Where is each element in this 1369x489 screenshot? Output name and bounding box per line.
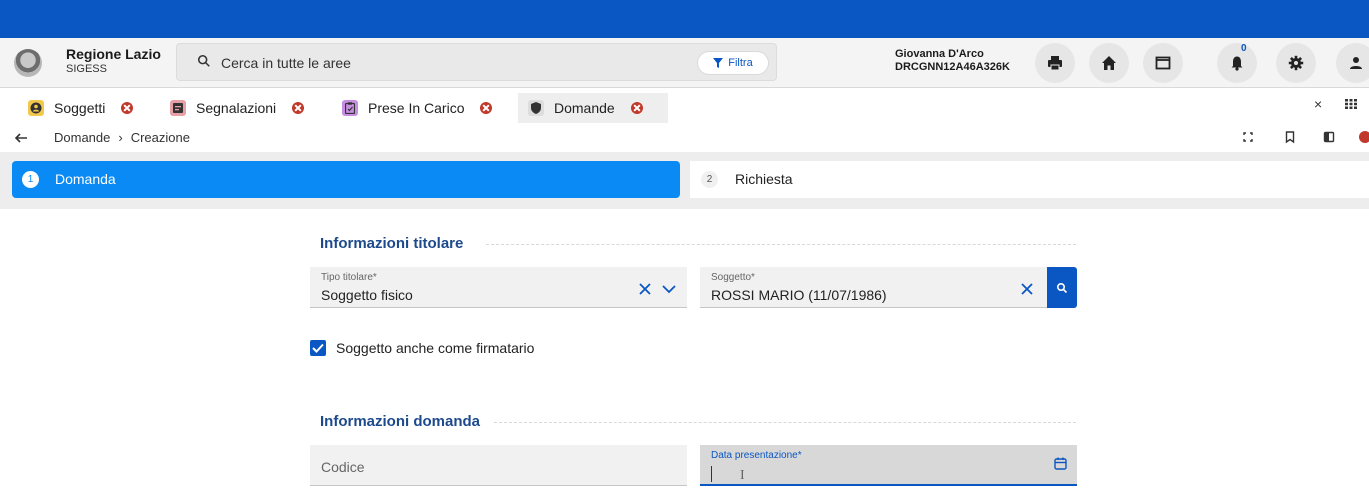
check-icon [312,343,324,353]
step-number: 2 [701,171,718,188]
checkbox-label: Soggetto anche come firmatario [336,340,535,356]
home-icon [1102,56,1116,70]
brand-subtitle: SIGESS [66,63,107,75]
field-label: Soggetto* [711,272,755,283]
field-value: ROSSI MARIO (11/07/1986) [711,287,887,303]
stepper: 1 Domanda 2 Richiesta [0,153,1369,209]
firmatario-checkbox[interactable] [310,340,326,356]
tab-segnalazioni[interactable]: Segnalazioni [170,93,330,123]
breadcrumb-bar: Domande › Creazione [0,123,1369,153]
tab-prese-in-carico[interactable]: Prese In Carico [342,93,518,123]
breadcrumb-item-creazione: Creazione [130,130,190,145]
report-icon [170,100,186,116]
notification-badge: 0 [1241,43,1247,54]
section-divider [494,422,1076,423]
tab-label: Prese In Carico [368,100,465,116]
step-domanda[interactable]: 1 Domanda [12,161,680,198]
field-value: Soggetto fisico [321,287,413,303]
window-button[interactable] [1143,43,1183,83]
field-placeholder: Codice [321,459,365,475]
user-info[interactable]: Giovanna D'Arco DRCGNN12A46A326K [895,48,1010,74]
search-icon [1056,282,1068,293]
field-label: Tipo titolare* [321,272,377,283]
tab-label: Domande [554,100,615,116]
user-name: Giovanna D'Arco [895,48,984,60]
breadcrumb: Domande › Creazione [54,130,190,145]
firmatario-checkbox-row[interactable]: Soggetto anche come firmatario [310,340,534,356]
data-presentazione-field[interactable]: Data presentazione* I [700,445,1077,486]
search-icon [197,54,210,67]
section-divider [486,244,1076,245]
tab-label: Segnalazioni [196,100,277,116]
gear-icon [1288,55,1304,71]
person-icon [28,100,44,116]
print-button[interactable] [1035,43,1075,83]
print-icon [1048,56,1062,71]
split-view-icon[interactable] [1322,130,1336,144]
text-caret [711,466,712,482]
step-number: 1 [22,171,39,188]
clear-icon[interactable] [639,283,651,295]
settings-button[interactable] [1276,43,1316,83]
soggetto-search-button[interactable] [1047,267,1077,308]
open-tabs-bar: Soggetti Segnalazioni Prese In Carico Do… [0,89,1369,123]
close-icon[interactable] [480,102,493,114]
filter-button[interactable]: Filtra [697,51,769,75]
grid-icon[interactable] [1345,99,1357,109]
search-input[interactable] [221,53,681,73]
clear-icon[interactable] [1021,283,1033,295]
window-icon [1155,56,1171,70]
tipo-titolare-select[interactable]: Tipo titolare* Soggetto fisico [310,267,687,308]
user-code: DRCGNN12A46A326K [895,61,1010,73]
section-title-domanda: Informazioni domanda [320,413,481,430]
global-search: Filtra [176,43,777,81]
tab-label: Soggetti [54,100,106,116]
close-icon[interactable] [630,102,643,114]
tab-domande[interactable]: Domande [518,93,668,123]
arrow-left-icon[interactable] [14,131,28,145]
section-title-titolare: Informazioni titolare [320,235,464,252]
close-icon[interactable] [292,102,305,114]
calendar-icon[interactable] [1054,457,1067,470]
shield-icon [528,100,544,116]
breadcrumb-item-domande[interactable]: Domande [54,130,110,145]
brand: Regione Lazio SIGESS [66,46,161,75]
close-all-tabs-button[interactable]: × [1314,96,1322,112]
codice-field[interactable]: Codice [310,445,687,486]
step-label: Domanda [55,171,116,187]
filter-icon [713,58,724,68]
field-label: Data presentazione* [711,450,802,461]
soggetto-field[interactable]: Soggetto* ROSSI MARIO (11/07/1986) [700,267,1047,308]
bell-icon [1231,56,1243,71]
clipboard-icon [342,100,358,116]
chevron-down-icon[interactable] [662,284,676,294]
app-header: Regione Lazio SIGESS Filtra Giovanna D'A… [0,38,1369,88]
user-button[interactable] [1336,43,1369,83]
brand-title: Regione Lazio [66,46,161,62]
text-cursor-icon: I [740,468,745,483]
tab-soggetti[interactable]: Soggetti [28,93,156,123]
top-blue-bar [0,0,1369,38]
fullscreen-icon[interactable] [1241,130,1255,144]
close-icon[interactable] [121,102,134,114]
notifications-button[interactable]: 0 [1217,43,1257,83]
breadcrumb-separator: › [118,130,123,145]
region-logo[interactable] [14,49,42,77]
step-richiesta[interactable]: 2 Richiesta [690,161,1369,198]
user-icon [1350,57,1362,69]
step-label: Richiesta [735,171,793,187]
home-button[interactable] [1089,43,1129,83]
filter-label: Filtra [728,57,753,69]
bookmark-icon[interactable] [1283,130,1297,144]
close-icon[interactable] [1358,130,1369,144]
